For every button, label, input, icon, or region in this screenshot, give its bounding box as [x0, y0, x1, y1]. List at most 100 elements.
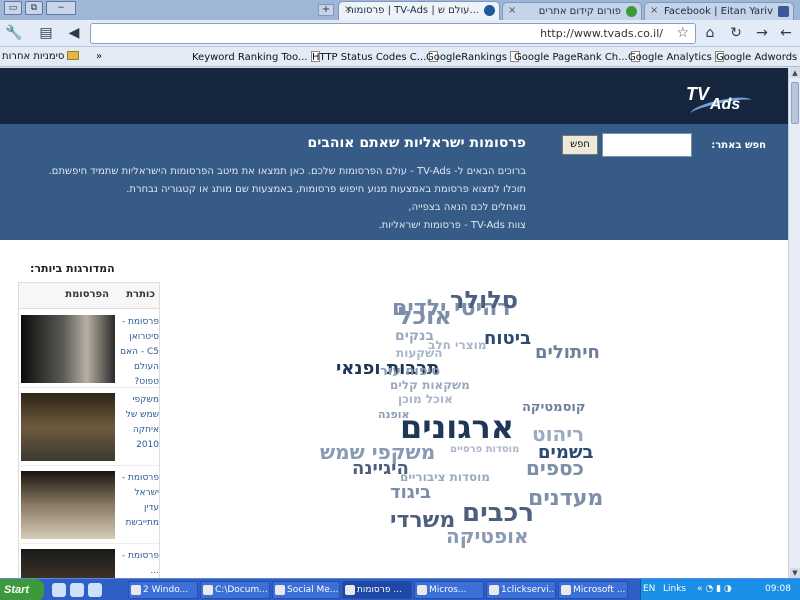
bookmark-http-status[interactable]: HTTP Status Codes C... [312, 51, 439, 63]
tag-cloud-item[interactable]: כספים [526, 456, 584, 480]
windows-taskbar: Start 2 Windo... C:\Docum... Social Me..… [0, 578, 800, 600]
ad-title-link[interactable]: פרסומת -... [119, 549, 159, 578]
tag-cloud-item[interactable]: סלולר [450, 286, 518, 314]
intro-line: תוכלו למצוא פרסומת באמצעות מנוע חיפוש פר… [126, 184, 526, 195]
page-menu-icon[interactable]: ▤ [36, 24, 56, 42]
top-rated-title: המדורגות ביותר: [30, 262, 115, 275]
scroll-down-arrow-icon[interactable]: ▼ [790, 568, 800, 578]
tag-cloud-item[interactable]: אוכל מוכן [398, 392, 453, 406]
table-header: כותרת הפרסומת [19, 283, 159, 309]
search-button[interactable]: חפש [562, 135, 598, 155]
intro-line: מאחלים לכם הנאה בצפייה, [408, 202, 526, 213]
reload-icon[interactable]: ↻ [726, 24, 746, 42]
tab-facebook[interactable]: × Facebook | Eitan Yariv [644, 2, 794, 20]
intro-banner: פרסומות ישראליות שאתם אוהבים ברוכים הבאי… [0, 124, 788, 240]
table-row[interactable]: פרסומת - ישראל עדין מתייבשת [19, 467, 159, 544]
category-tag-cloud: רהיטי ילדים סלולר אוכל בנקים ביטוח חיתולים מוצ… [300, 286, 640, 550]
start-button[interactable]: Start [0, 579, 44, 600]
bookmark-pagerank[interactable]: Google PageRank Ch... [514, 51, 640, 63]
ad-title-link[interactable]: פרסומת - ישראל עדין מתייבשת [119, 471, 159, 531]
back-arrow-icon[interactable]: ◀ [64, 24, 84, 42]
tvads-favicon-icon [484, 5, 495, 16]
links-toolbar[interactable]: Links [663, 584, 686, 594]
ie-quicklaunch-icon[interactable] [52, 583, 66, 597]
address-url[interactable]: http://www.tvads.co.il/ [540, 27, 663, 40]
site-header: TV Ads [0, 68, 788, 124]
bookmark-adwords[interactable]: Google Adwords [716, 51, 800, 63]
task-microsoft[interactable]: Micros... [414, 581, 484, 599]
ad-thumbnail[interactable] [21, 315, 115, 383]
column-header-ad: הפרסומת [65, 289, 109, 300]
other-bookmarks[interactable]: סימניות אחרות [2, 51, 80, 62]
tag-cloud-item[interactable]: ביטוח [484, 328, 531, 349]
ad-thumbnail[interactable] [21, 393, 115, 461]
task-1clickservice[interactable]: 1clickservi... [486, 581, 556, 599]
home-icon[interactable]: ⌂ [700, 24, 720, 42]
tag-cloud-item[interactable]: חיתולים [535, 342, 600, 363]
tag-cloud-item[interactable]: אוכל [398, 302, 452, 330]
browser-tab-strip: ▭ ⧉ − + × פרסומות | TV-Ads | עולם ש... ×… [0, 0, 800, 20]
task-microsoft-excel[interactable]: Microsoft ... [558, 581, 628, 599]
tag-cloud-item[interactable]: מוסדות פרסיים [450, 444, 519, 455]
table-row[interactable]: פרסומת -... [19, 545, 159, 578]
intro-line: צוות TV-Ads - פרסומות ישראליות. [378, 220, 526, 231]
pdf-icon [275, 585, 285, 595]
task-windows-explorer[interactable]: 2 Windo... [128, 581, 198, 599]
task-social-media[interactable]: Social Me... [272, 581, 340, 599]
site-search-input[interactable] [602, 133, 692, 157]
browser-toolbar: 🔧 ▤ ◀ http://www.tvads.co.il/ ☆ ⌂ ↻ → ← [0, 20, 800, 47]
forward-arrow-icon[interactable]: → [752, 24, 772, 42]
system-tray: EN Links « ◔ ▮ ◑ 09:08 [640, 579, 800, 600]
task-chrome-active[interactable]: פרסומות ... [342, 581, 412, 599]
folder-icon [67, 51, 80, 60]
ad-thumbnail[interactable] [21, 471, 115, 539]
logo-ads-text: Ads [710, 96, 741, 113]
table-row[interactable]: משקפי שמש של איחקה 2010 [19, 389, 159, 466]
tag-cloud-item[interactable]: טיפוח עור [380, 364, 440, 379]
bookmarks-overflow[interactable]: » [96, 51, 102, 62]
star-icon[interactable]: ☆ [676, 25, 689, 41]
tab-tvads[interactable]: × פרסומות | TV-Ads | עולם ש... [338, 1, 500, 20]
close-tab-icon[interactable]: × [508, 5, 516, 16]
column-header-title: כותרת [126, 289, 155, 300]
address-bar[interactable]: http://www.tvads.co.il/ ☆ [90, 23, 696, 44]
intro-line: ברוכים הבאים ל- TV-Ads - עולם הפרסומות ש… [48, 166, 526, 177]
task-documents[interactable]: C:\Docum... [200, 581, 270, 599]
ad-title-link[interactable]: פרסומת - סיטרואן C5 - האם העולם טפוט? [119, 315, 159, 390]
app-icon [417, 585, 427, 595]
language-indicator[interactable]: EN [643, 584, 655, 594]
table-row[interactable]: פרסומת - סיטרואן C5 - האם העולם טפוט? [19, 311, 159, 388]
scroll-up-arrow-icon[interactable]: ▲ [790, 68, 800, 78]
tab-title: Facebook | Eitan Yariv [663, 6, 773, 17]
media-quicklaunch-icon[interactable] [88, 583, 102, 597]
folder-icon [131, 585, 141, 595]
tvads-logo[interactable]: TV Ads [686, 84, 766, 121]
wrench-icon[interactable]: 🔧 [4, 24, 24, 42]
back-button-icon[interactable]: ← [776, 24, 796, 42]
maximize-window-button[interactable]: ⧉ [25, 1, 43, 15]
ad-thumbnail[interactable] [21, 549, 115, 578]
tray-icons[interactable]: « ◔ ▮ ◑ [697, 584, 732, 594]
bookmark-analytics[interactable]: Google Analytics [628, 51, 724, 63]
tab-seo-forum[interactable]: × פורום קידום אתרים [502, 2, 642, 20]
search-label: חפש באתר: [711, 140, 766, 151]
minimize-window-button[interactable]: − [46, 1, 76, 15]
desktop-quicklaunch-icon[interactable] [70, 583, 84, 597]
bookmark-keyword-ranking[interactable]: Keyword Ranking Too... [192, 51, 320, 63]
ad-title-link[interactable]: משקפי שמש של איחקה 2010 [119, 393, 159, 453]
tag-cloud-item[interactable]: קוסמטיקה [522, 400, 585, 415]
web-page: TV Ads פרסומות ישראליות שאתם אוהבים ברוכ… [0, 68, 788, 578]
facebook-favicon-icon [778, 6, 789, 17]
scrollbar-thumb[interactable] [791, 82, 799, 124]
close-tab-icon[interactable]: × [650, 5, 658, 16]
tag-cloud-item[interactable]: משקאות קלים [390, 378, 470, 392]
tag-cloud-item[interactable]: מעדנים [528, 486, 603, 511]
filezilla-icon [489, 585, 499, 595]
page-scrollbar[interactable]: ▲ ▼ [788, 68, 800, 578]
new-tab-button[interactable]: + [318, 4, 334, 16]
tag-cloud-item[interactable]: ביגוד [390, 482, 431, 503]
bookmark-googlerankings[interactable]: GoogleRankings [426, 51, 519, 63]
bookmarks-bar: סימניות אחרות » Keyword Ranking Too... H… [0, 47, 800, 67]
restore-window-button[interactable]: ▭ [4, 1, 22, 15]
tag-cloud-item[interactable]: אופטיקה [446, 524, 529, 548]
